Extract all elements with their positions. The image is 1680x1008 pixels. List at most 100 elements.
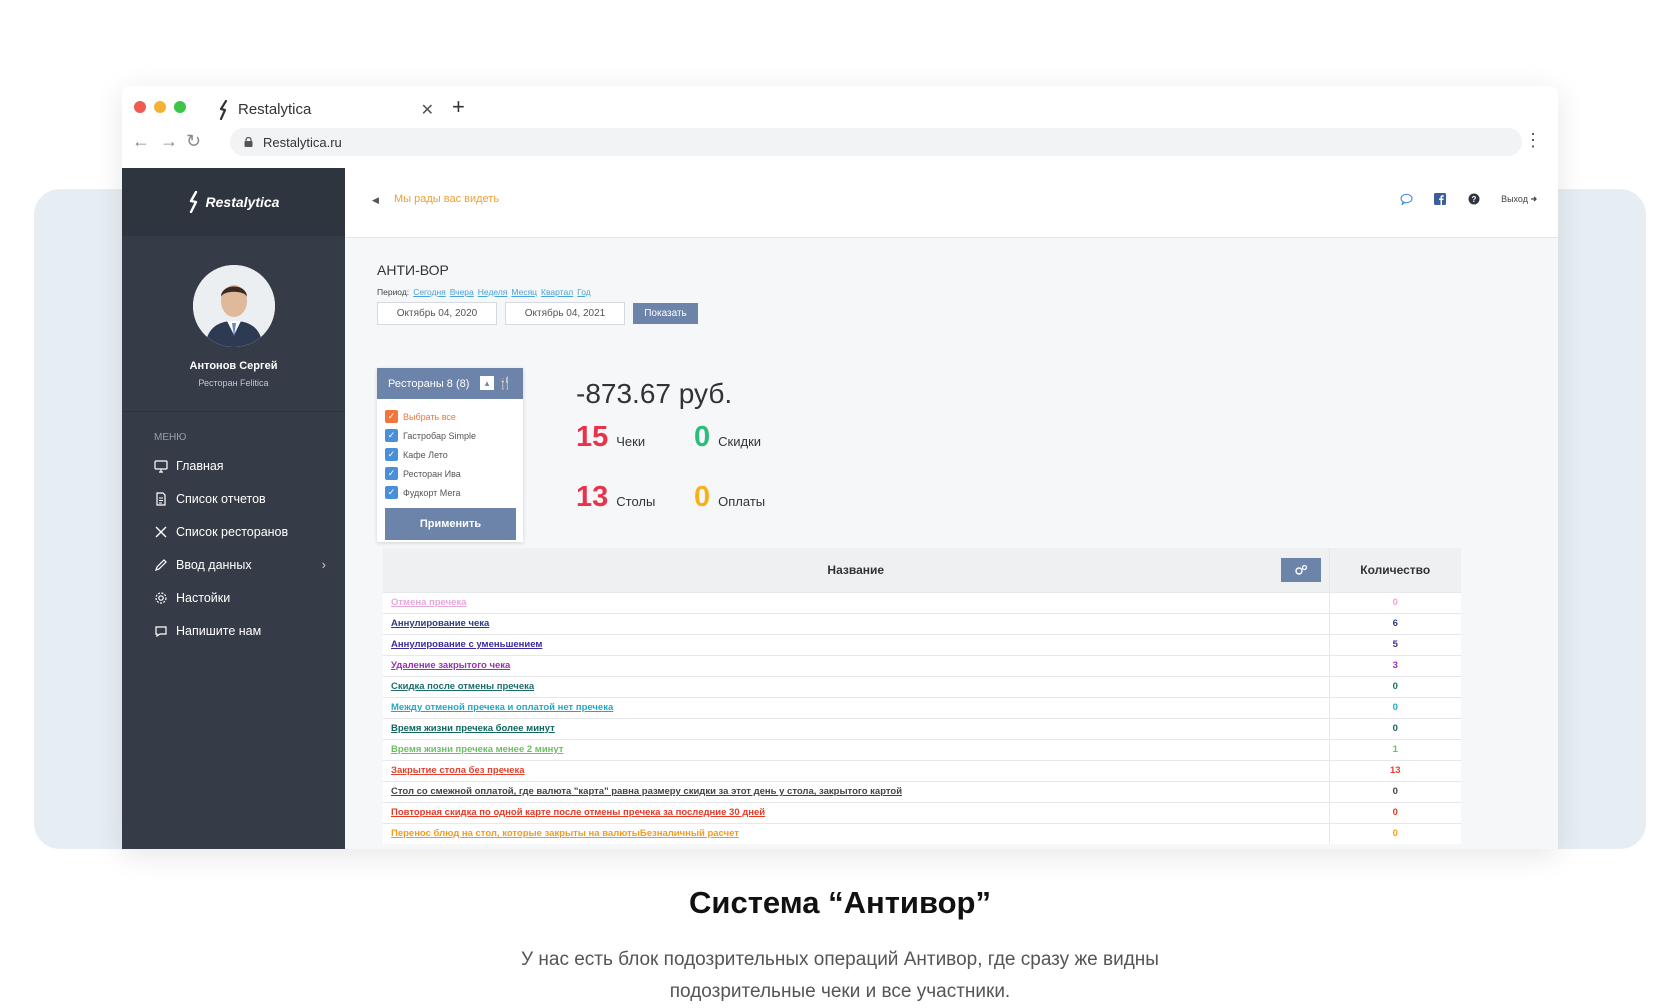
table-body: Отмена пречека 0 Аннулирование чека 6 Аннули… [383,591,1461,844]
browser-menu-icon[interactable]: ⋮ [1524,130,1542,151]
restaurant-label: Ресторан Ива [403,468,461,479]
collapse-sidebar-icon[interactable]: ◀ [372,195,379,206]
facebook-icon[interactable] [1433,192,1447,206]
restaurant-checkbox[interactable]: ✓ Фудкорт Мега [385,483,523,502]
browser-tab[interactable]: Restalytica ✕ [218,95,434,124]
operation-link[interactable]: Аннулирование с уменьшением [383,633,1329,655]
table-row: Время жизни пречека менее 2 минут 1 [383,738,1461,760]
table-row: Аннулирование чека 6 [383,612,1461,634]
sidebar-item-reports[interactable]: Список отчетов [154,482,330,515]
stat-checks-label: Чеки [616,434,646,449]
minimize-window-button[interactable] [154,101,166,113]
operation-count: 0 [1328,696,1461,718]
back-icon[interactable]: ← [132,131,150,152]
help-icon[interactable]: ? [1467,192,1481,206]
maximize-window-button[interactable] [174,101,186,113]
restaurants-list: ✓ Выбрать все ✓ Гастробар Simple ✓ Кафе … [377,399,523,502]
monitor-icon [154,459,168,473]
sidebar-logo-text: Restalytica [205,194,280,210]
column-header-quantity: Количество [1328,548,1461,592]
sidebar-item-restaurants[interactable]: Список ресторанов [154,515,330,548]
caption-text: У нас есть блок подозрительных операций … [521,949,1159,1002]
operation-link[interactable]: Скидка после отмены пречека [383,675,1329,697]
close-window-button[interactable] [134,101,146,113]
table-settings-button[interactable] [1280,558,1321,582]
gear-icon [155,591,167,604]
sidebar-item-settings[interactable]: Настойки [154,581,330,614]
restalytica-logo-icon [219,99,228,120]
cutlery-icon [155,526,167,537]
period-label: Период: [377,287,410,297]
chat-icon[interactable] [1399,192,1413,206]
restaurant-checkbox[interactable]: ✓ Гастробар Simple [385,426,523,445]
operation-link[interactable]: Повторная скидка по одной карте после от… [383,801,1329,823]
checkbox-icon: ✓ [385,448,398,461]
table-row: Отмена пречека 0 [383,591,1461,613]
period-link-month[interactable]: Месяц [511,287,537,297]
operation-link[interactable]: Удаление закрытого чека [383,654,1329,676]
stat-discounts: 0 Скидки [694,421,761,454]
stat-payments: 0 Оплаты [694,481,765,514]
user-restaurant: Ресторан Felitica [198,378,269,388]
avatar[interactable] [192,265,275,347]
new-tab-icon[interactable]: + [452,94,465,120]
select-all-checkbox[interactable]: ✓ Выбрать все [385,407,523,426]
operation-link[interactable]: Стол со смежной оплатой, где валюта "кар… [383,780,1329,802]
caption-title: Система “Антивор” [689,885,991,920]
date-from-field[interactable]: Октябрь 04, 2020 [377,302,497,325]
welcome-text: Мы рады вас видеть [394,193,500,205]
period-link-yesterday[interactable]: Вчера [450,287,474,297]
operation-count: 13 [1328,759,1461,781]
column-header-name: Название [383,548,1329,592]
operation-link[interactable]: Время жизни пречека менее 2 минут [383,738,1329,760]
chat-icon [155,625,167,637]
sidebar-logo[interactable]: Restalytica [122,168,345,236]
sidebar-item-label: Ввод данных [176,557,252,572]
operation-link[interactable]: Аннулирование чека [383,612,1329,634]
forward-icon[interactable]: → [160,131,178,152]
stat-checks-value: 15 [576,421,609,453]
table-row: Стол со смежной оплатой, где валюта "кар… [383,780,1461,802]
period-link-week[interactable]: Неделя [478,287,508,297]
gears-icon [1294,564,1307,575]
url-field[interactable]: Restalytica.ru [230,128,1522,156]
period-link-quarter[interactable]: Квартал [541,287,573,297]
logout-icon [1531,196,1537,202]
sidebar-item-data-input[interactable]: Ввод данных › [154,548,330,581]
date-to-field[interactable]: Октябрь 04, 2021 [505,302,625,325]
operation-link[interactable]: Закрытие стола без пречека [383,759,1329,781]
cutlery-icon[interactable]: 🍴 [498,376,513,390]
operation-count: 0 [1328,675,1461,697]
restalytica-logo-icon [189,191,197,213]
reload-icon[interactable]: ↻ [186,131,201,152]
sidebar-item-contact[interactable]: Напишите нам [154,614,330,647]
sidebar-item-label: Список ресторанов [176,524,289,539]
apply-button[interactable]: Применить [385,508,516,540]
logout-button[interactable]: Выход [1501,194,1538,204]
tab-close-icon[interactable]: ✕ [421,100,434,120]
collapse-icon[interactable]: ▴ [480,376,494,390]
sidebar-item-label: Настойки [176,590,231,605]
sidebar-item-label: Напишите нам [176,623,262,638]
period-link-today[interactable]: Сегодня [413,287,446,297]
user-photo-icon [192,265,275,347]
content: АНТИ-ВОР Период: Сегодня Вчера Неделя Ме… [377,238,1558,844]
operation-link[interactable]: Перенос блюд на стол, которые закрыты на… [383,822,1329,844]
table-row: Удаление закрытого чека 3 [383,654,1461,676]
chevron-right-icon: › [321,557,326,572]
sidebar-item-label: Главная [176,458,224,473]
period-link-year[interactable]: Год [577,287,591,297]
operation-link[interactable]: Время жизни пречека более минут [383,717,1329,739]
logout-label: Выход [1501,194,1528,204]
sidebar-item-label: Список отчетов [176,491,266,506]
user-name: Антонов Сергей [189,360,278,372]
restaurants-filter: Рестораны 8 (8) ▴ 🍴 ✓ Выбрать все ✓ Гаст… [377,368,523,542]
tab-title: Restalytica [238,101,312,118]
operation-link[interactable]: Отмена пречека [383,591,1329,613]
show-button[interactable]: Показать [633,303,698,324]
restaurant-checkbox[interactable]: ✓ Ресторан Ива [385,464,523,483]
restaurant-checkbox[interactable]: ✓ Кафе Лето [385,445,523,464]
sidebar-item-home[interactable]: Главная [154,449,330,482]
column-name-label: Название [827,562,885,577]
operation-link[interactable]: Между отменой пречека и оплатой нет преч… [383,696,1329,718]
